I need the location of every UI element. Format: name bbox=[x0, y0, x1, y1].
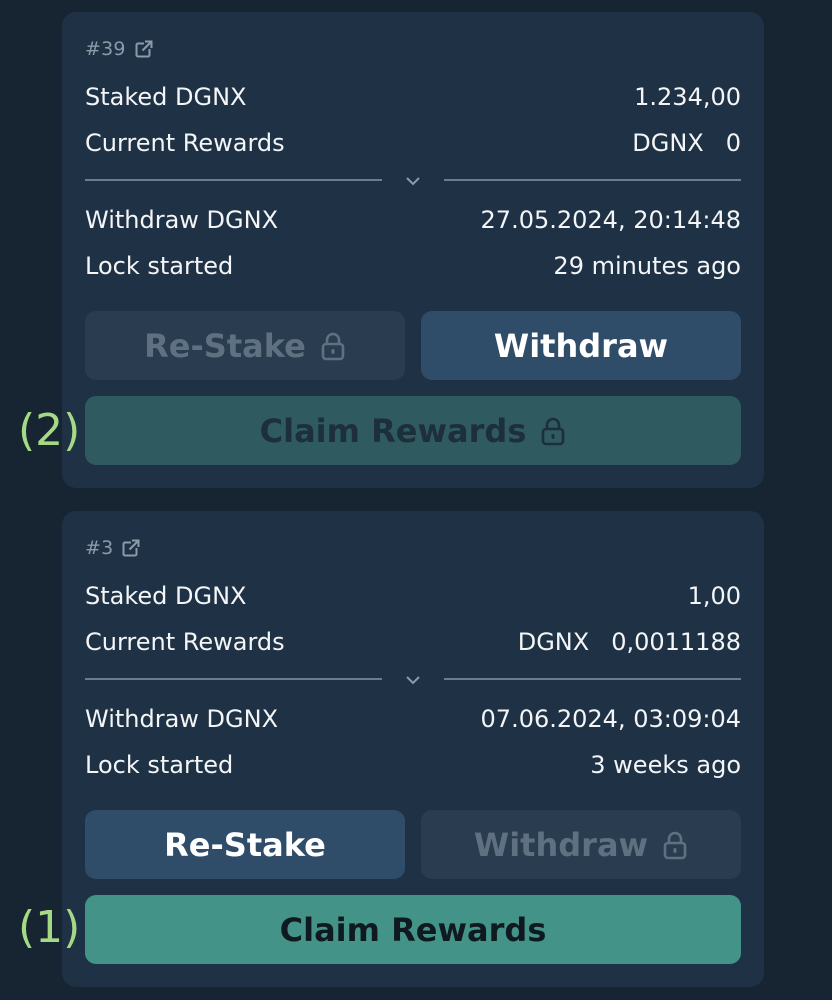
rewards-value-group: DGNX 0,0011188 bbox=[518, 628, 741, 656]
withdraw-date-value: 27.05.2024, 20:14:48 bbox=[480, 206, 741, 234]
rewards-label: Current Rewards bbox=[85, 628, 285, 656]
lock-started-label: Lock started bbox=[85, 252, 234, 280]
restake-button[interactable]: Re-Stake bbox=[85, 311, 405, 380]
staked-label: Staked DGNX bbox=[85, 83, 247, 111]
rewards-token: DGNX bbox=[517, 628, 590, 656]
divider-line-right bbox=[444, 678, 741, 680]
stake-card-3: #3 Staked DGNX 1,00 Current Rewards DGNX… bbox=[62, 511, 764, 987]
withdraw-button-label: Withdraw bbox=[493, 326, 669, 365]
rewards-value: 0,0011188 bbox=[611, 628, 741, 656]
restake-button-label: Re-Stake bbox=[144, 326, 306, 365]
withdraw-date-value: 07.06.2024, 03:09:04 bbox=[480, 705, 741, 733]
staked-value: 1,00 bbox=[687, 582, 741, 610]
claim-rewards-button[interactable]: Claim Rewards bbox=[85, 895, 741, 964]
staking-positions-page: #39 Staked DGNX 1.234,00 Current Rewards… bbox=[0, 0, 832, 1000]
rewards-token: DGNX bbox=[632, 129, 704, 157]
stake-id-label: #39 bbox=[85, 38, 126, 60]
external-link-icon[interactable] bbox=[121, 538, 141, 558]
stake-id: #3 bbox=[85, 537, 141, 559]
lock-icon bbox=[542, 417, 565, 445]
details-divider bbox=[85, 171, 741, 191]
lock-icon bbox=[321, 332, 345, 360]
annotation-label-1: (1) bbox=[18, 902, 81, 953]
lock-icon bbox=[663, 831, 687, 859]
chevron-down-icon[interactable] bbox=[402, 171, 424, 191]
stake-id: #39 bbox=[85, 38, 154, 60]
withdraw-button[interactable]: Withdraw bbox=[421, 810, 741, 879]
withdraw-date-label: Withdraw DGNX bbox=[85, 206, 279, 234]
withdraw-date-row: Withdraw DGNX 27.05.2024, 20:14:48 bbox=[85, 203, 741, 237]
withdraw-date-row: Withdraw DGNX 07.06.2024, 03:09:04 bbox=[85, 702, 741, 736]
divider-line-left bbox=[85, 179, 382, 181]
claim-rewards-label: Claim Rewards bbox=[259, 411, 527, 450]
divider-line-right bbox=[444, 179, 741, 181]
lock-started-row: Lock started 29 minutes ago bbox=[85, 249, 741, 283]
staked-label: Staked DGNX bbox=[85, 582, 247, 610]
lock-started-label: Lock started bbox=[85, 751, 234, 779]
stake-card-39: #39 Staked DGNX 1.234,00 Current Rewards… bbox=[62, 12, 764, 488]
lock-started-value: 29 minutes ago bbox=[553, 252, 741, 280]
restake-button-label: Re-Stake bbox=[164, 825, 326, 864]
claim-rewards-button[interactable]: Claim Rewards bbox=[85, 396, 741, 465]
withdraw-button[interactable]: Withdraw bbox=[421, 311, 741, 380]
rewards-value: 0 bbox=[725, 129, 741, 157]
external-link-icon[interactable] bbox=[134, 39, 154, 59]
annotation-label-2: (2) bbox=[18, 405, 81, 456]
details-divider bbox=[85, 670, 741, 690]
staked-value: 1.234,00 bbox=[634, 83, 741, 111]
rewards-row: Current Rewards DGNX 0 bbox=[85, 126, 741, 160]
rewards-row: Current Rewards DGNX 0,0011188 bbox=[85, 625, 741, 659]
claim-rewards-label: Claim Rewards bbox=[279, 910, 547, 949]
restake-button[interactable]: Re-Stake bbox=[85, 810, 405, 879]
divider-line-left bbox=[85, 678, 382, 680]
withdraw-button-label: Withdraw bbox=[473, 825, 649, 864]
staked-row: Staked DGNX 1.234,00 bbox=[85, 80, 741, 114]
lock-started-row: Lock started 3 weeks ago bbox=[85, 748, 741, 782]
staked-row: Staked DGNX 1,00 bbox=[85, 579, 741, 613]
rewards-label: Current Rewards bbox=[85, 129, 285, 157]
chevron-down-icon[interactable] bbox=[402, 670, 424, 690]
stake-id-label: #3 bbox=[85, 537, 114, 559]
rewards-value-group: DGNX 0 bbox=[632, 129, 741, 157]
withdraw-date-label: Withdraw DGNX bbox=[85, 705, 279, 733]
lock-started-value: 3 weeks ago bbox=[590, 751, 741, 779]
